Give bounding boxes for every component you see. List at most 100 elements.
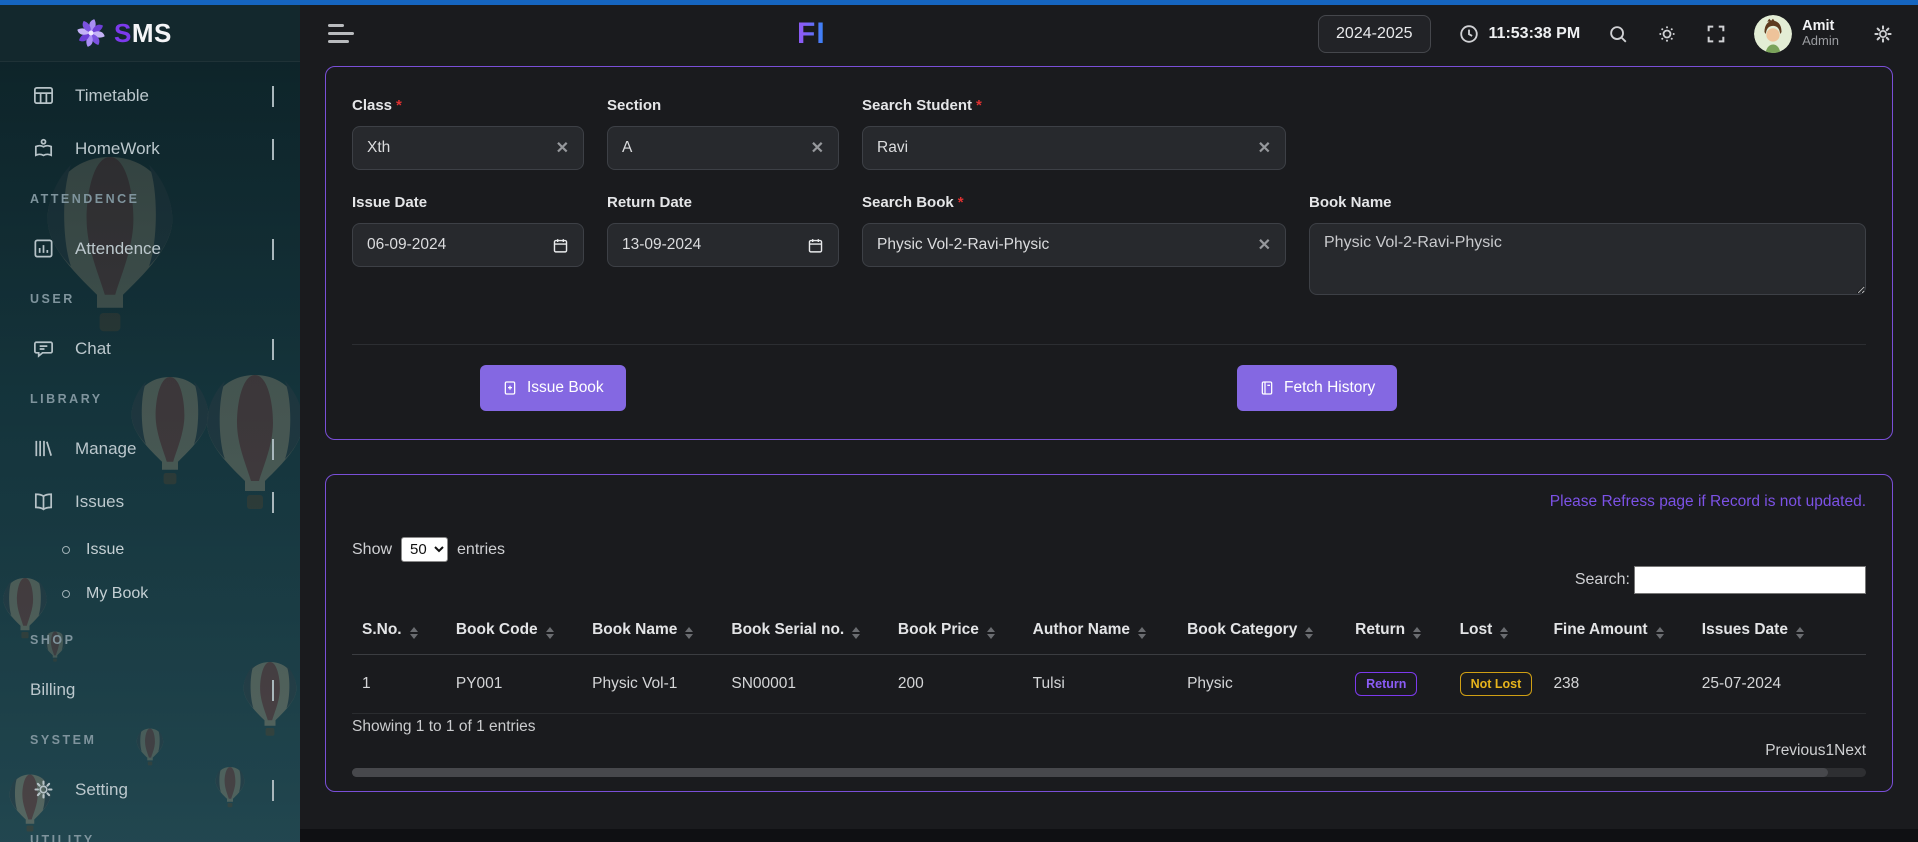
issue-date-input[interactable] (352, 223, 584, 267)
col-book-category[interactable]: Book Category (1177, 606, 1345, 655)
sidebar-item-chat[interactable]: Chat (0, 322, 300, 375)
col-fine-amount[interactable]: Fine Amount (1543, 606, 1691, 655)
sidebar-item-issues[interactable]: Issues (0, 475, 300, 528)
sidebar-section-shop: SHOP (0, 616, 300, 663)
sidebar-item-label: Attendence (75, 239, 161, 259)
grid-icon (30, 84, 56, 107)
book-name-textarea[interactable]: Physic Vol-2-Ravi-Physic (1309, 223, 1866, 295)
search-book-input-field[interactable] (877, 236, 1250, 254)
sidebar-item-billing[interactable]: Billing (0, 663, 300, 716)
sidebar-section-library: LIBRARY (0, 375, 300, 422)
section-input[interactable]: ✕ (607, 126, 839, 170)
search-student-input[interactable]: ✕ (862, 126, 1286, 170)
avatar (1754, 15, 1792, 53)
class-input[interactable]: ✕ (352, 126, 584, 170)
class-input-field[interactable] (367, 139, 548, 157)
col-issues-date[interactable]: Issues Date (1692, 606, 1866, 655)
sort-icon (546, 627, 554, 639)
open-book-icon (30, 490, 56, 513)
next-page-button[interactable]: Next (1834, 742, 1866, 760)
pinwheel-logo-icon (74, 16, 108, 50)
fetch-history-button[interactable]: Fetch History (1237, 365, 1397, 411)
user-profile[interactable]: Amit Admin (1754, 15, 1839, 53)
horizontal-scrollbar-track[interactable] (352, 768, 1866, 777)
cell-return: Return (1345, 655, 1449, 714)
sidebar-menu: Timetable HomeWork ATTENDENCE (0, 62, 300, 842)
previous-page-button[interactable]: Previous (1765, 742, 1825, 760)
chevron-right-icon (272, 239, 274, 259)
sidebar-subitem-label: My Book (86, 585, 148, 603)
section-label: Section (607, 97, 839, 114)
entries-summary: Showing 1 to 1 of 1 entries (352, 718, 1866, 736)
sidebar-item-setting[interactable]: Setting (0, 763, 300, 816)
clear-icon[interactable]: ✕ (1258, 138, 1271, 158)
issue-date-input-field[interactable] (367, 236, 544, 254)
chat-bubble-icon (30, 337, 56, 360)
page-length-control: Show 50 entries (352, 537, 1866, 562)
sidebar-item-attendence[interactable]: Attendence (0, 222, 300, 275)
chevron-right-icon (272, 680, 274, 700)
cell-author: Tulsi (1023, 655, 1177, 714)
table-search-input[interactable] (1634, 566, 1866, 594)
col-author-name[interactable]: Author Name (1023, 606, 1177, 655)
sidebar-subitem-label: Issue (86, 541, 124, 559)
return-date-input[interactable] (607, 223, 839, 267)
issue-book-button[interactable]: Issue Book (480, 365, 626, 411)
table-search-control: Search: (352, 566, 1866, 594)
sidebar-item-manage[interactable]: Manage (0, 422, 300, 475)
menu-toggle-icon[interactable] (328, 24, 354, 43)
clear-icon[interactable]: ✕ (556, 138, 569, 158)
field-issue-date: Issue Date (352, 194, 584, 300)
cell-fine: 238 (1543, 655, 1691, 714)
issue-date-label: Issue Date (352, 194, 584, 211)
field-search-student: Search Student* ✕ (862, 97, 1286, 170)
sidebar-section-utility: UTILITY (0, 816, 300, 842)
return-date-input-field[interactable] (622, 236, 799, 254)
col-sno[interactable]: S.No. (352, 606, 446, 655)
sidebar-section-attendence: ATTENDENCE (0, 175, 300, 222)
sort-icon (987, 627, 995, 639)
horizontal-scrollbar-thumb[interactable] (352, 768, 1828, 777)
chevron-down-icon (272, 492, 274, 512)
search-student-input-field[interactable] (877, 139, 1250, 157)
col-lost[interactable]: Lost (1450, 606, 1544, 655)
sidebar-item-label: Chat (75, 339, 111, 359)
sidebar-item-homework[interactable]: HomeWork (0, 122, 300, 175)
calendar-icon[interactable] (552, 237, 569, 254)
search-book-input[interactable]: ✕ (862, 223, 1286, 267)
current-page-number[interactable]: 1 (1826, 742, 1835, 760)
entries-label: entries (457, 541, 505, 559)
brightness-icon[interactable] (1656, 23, 1678, 45)
top-header: FI 2024-2025 11:53:38 PM (300, 5, 1918, 62)
col-book-code[interactable]: Book Code (446, 606, 582, 655)
col-book-price[interactable]: Book Price (888, 606, 1023, 655)
book-name-label: Book Name (1309, 194, 1866, 211)
chevron-right-icon (272, 339, 274, 359)
cell-book-name: Physic Vol-1 (582, 655, 721, 714)
not-lost-badge[interactable]: Not Lost (1460, 672, 1533, 696)
clear-icon[interactable]: ✕ (1258, 235, 1271, 255)
class-label: Class* (352, 97, 584, 114)
col-book-serial[interactable]: Book Serial no. (721, 606, 888, 655)
col-book-name[interactable]: Book Name (582, 606, 721, 655)
fullscreen-icon[interactable] (1705, 23, 1727, 45)
sidebar-subitem-my-book[interactable]: My Book (0, 572, 300, 616)
clear-icon[interactable]: ✕ (811, 138, 824, 158)
sidebar-item-timetable[interactable]: Timetable (0, 69, 300, 122)
app-window: SMS Timetable HomeWork (0, 0, 1918, 842)
session-year-selector[interactable]: 2024-2025 (1318, 15, 1431, 53)
section-input-field[interactable] (622, 139, 803, 157)
calendar-icon[interactable] (807, 237, 824, 254)
sort-icon (1500, 627, 1508, 639)
page-size-select[interactable]: 50 (401, 537, 448, 562)
clock-icon (1458, 23, 1480, 45)
return-badge[interactable]: Return (1355, 672, 1417, 696)
sort-icon (1656, 627, 1664, 639)
sidebar-subitem-issue[interactable]: Issue (0, 528, 300, 572)
brand-logo[interactable]: SMS (0, 5, 300, 62)
col-return[interactable]: Return (1345, 606, 1449, 655)
field-search-book: Search Book* ✕ (862, 194, 1286, 300)
settings-gear-icon[interactable] (1872, 23, 1894, 45)
required-asterisk: * (958, 194, 964, 211)
search-icon[interactable] (1607, 23, 1629, 45)
